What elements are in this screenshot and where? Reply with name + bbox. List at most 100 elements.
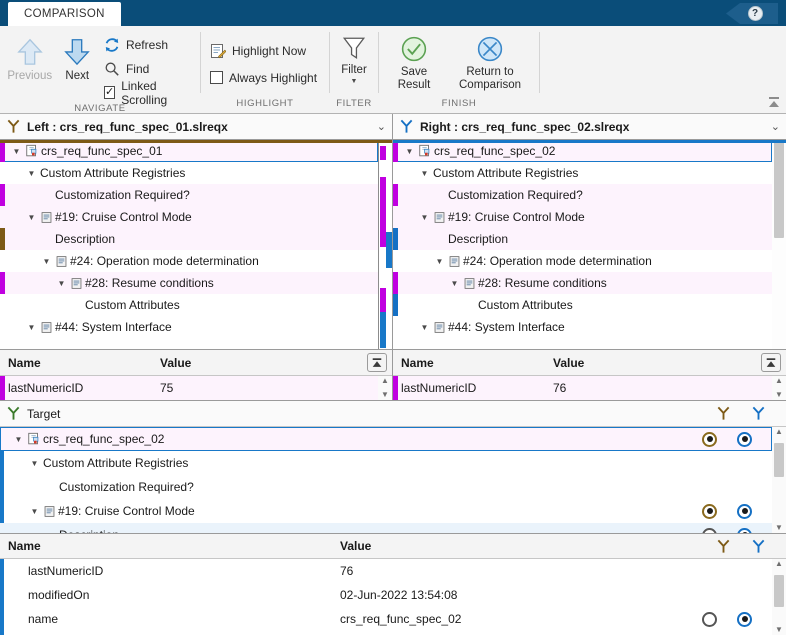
scroll-down-icon[interactable]: ▼ — [775, 391, 783, 399]
chevron-down-icon[interactable]: ▼ — [25, 323, 38, 332]
chevron-down-icon[interactable]: ⌄ — [771, 120, 780, 133]
chevron-down-icon[interactable]: ▼ — [40, 257, 53, 266]
right-tree-item-row[interactable]: ▼#24: Operation mode determination — [393, 250, 772, 272]
merge-right-radio[interactable] — [737, 432, 752, 447]
linked-scrolling-checkbox[interactable]: ✓ Linked Scrolling — [101, 82, 194, 103]
always-highlight-checkbox[interactable]: Always Highlight — [207, 67, 320, 88]
left-tree-item-row[interactable]: ▼#24: Operation mode determination — [0, 250, 378, 272]
merge-right-radio[interactable] — [737, 504, 752, 519]
scroll-down-icon[interactable]: ▼ — [775, 626, 783, 634]
merge-left-radio[interactable] — [702, 504, 717, 519]
merge-right-radio[interactable] — [737, 612, 752, 627]
left-tree-item-row[interactable]: ▼crs_req_func_spec_01 — [0, 140, 378, 162]
chevron-down-icon[interactable]: ▼ — [28, 507, 41, 516]
right-tree-item-row[interactable]: Description — [393, 228, 772, 250]
return-to-comparison-button[interactable]: Return to Comparison — [449, 30, 531, 92]
right-tree-item-row[interactable]: ▼crs_req_func_spec_02 — [393, 140, 772, 162]
left-tree[interactable]: ▼crs_req_func_spec_01▼Custom Attribute R… — [0, 140, 378, 349]
left-attribute-row[interactable]: lastNumericID75 — [0, 376, 392, 400]
target-grid-scrollbar-thumb[interactable] — [774, 575, 784, 607]
target-tree-item-row[interactable]: ▼crs_req_func_spec_02 — [0, 427, 772, 451]
right-tree-item-row[interactable]: ▼#44: System Interface — [393, 316, 772, 338]
left-tree-container[interactable]: ▼crs_req_func_spec_01▼Custom Attribute R… — [0, 140, 392, 349]
left-tree-item-row[interactable]: ▼#28: Resume conditions — [0, 272, 378, 294]
scroll-up-icon[interactable]: ▲ — [775, 560, 783, 568]
merge-left-radio[interactable] — [702, 612, 717, 627]
help-button[interactable]: ? — [726, 3, 778, 24]
chevron-down-icon[interactable]: ▼ — [351, 78, 358, 85]
target-tree-item-row[interactable]: Description — [0, 523, 772, 533]
right-tree[interactable]: ▼crs_req_func_spec_02▼Custom Attribute R… — [393, 140, 772, 349]
chevron-down-icon[interactable]: ▼ — [418, 169, 431, 178]
left-diff-strip[interactable] — [378, 140, 392, 349]
chevron-down-icon[interactable]: ▼ — [55, 279, 68, 288]
scroll-up-icon[interactable]: ▲ — [775, 428, 783, 436]
left-tree-item-row[interactable]: ▼#44: System Interface — [0, 316, 378, 338]
target-scrollbar-thumb[interactable] — [774, 443, 784, 477]
right-attribute-row[interactable]: lastNumericID76 — [393, 376, 786, 400]
collapse-ribbon-button[interactable] — [767, 95, 781, 109]
target-tree-item-row[interactable]: Customization Required? — [0, 475, 772, 499]
left-tree-item-row[interactable]: Description — [0, 228, 378, 250]
merge-from-left-icon[interactable] — [716, 539, 731, 554]
chevron-down-icon[interactable]: ▼ — [12, 435, 25, 444]
right-tree-item-row[interactable]: ▼#19: Cruise Control Mode — [393, 206, 772, 228]
target-grid-row[interactable]: modifiedOn02-Jun-2022 13:54:08 — [0, 583, 772, 607]
target-tree-item-row[interactable]: ▼#19: Cruise Control Mode — [0, 499, 772, 523]
right-pane-header[interactable]: Right : crs_req_func_spec_02.slreqx ⌄ — [393, 114, 786, 140]
filter-label: Filter — [341, 64, 367, 77]
left-attribute-scrollbar[interactable]: ▲▼ — [378, 376, 392, 400]
target-tree-item-row[interactable]: ▼Custom Attribute Registries — [0, 451, 772, 475]
right-tree-item-row[interactable]: ▼#28: Resume conditions — [393, 272, 772, 294]
tab-comparison[interactable]: COMPARISON — [8, 2, 121, 26]
chevron-down-icon[interactable]: ▼ — [403, 147, 416, 156]
chevron-down-icon[interactable]: ▼ — [433, 257, 446, 266]
left-tree-item-row[interactable]: Customization Required? — [0, 184, 378, 206]
scroll-down-icon[interactable]: ▼ — [775, 524, 783, 532]
target-tree[interactable]: ▼crs_req_func_spec_02▼Custom Attribute R… — [0, 427, 772, 533]
scroll-down-icon[interactable]: ▼ — [381, 391, 389, 399]
right-tree-item-row[interactable]: Custom Attributes — [393, 294, 772, 316]
chevron-down-icon[interactable]: ▼ — [28, 459, 41, 468]
target-grid-row[interactable]: lastNumericID76 — [0, 559, 772, 583]
chevron-down-icon[interactable]: ▼ — [418, 323, 431, 332]
left-pane-header[interactable]: Left : crs_req_func_spec_01.slreqx ⌄ — [0, 114, 392, 140]
previous-button[interactable]: Previous — [6, 30, 53, 83]
target-grid-container[interactable]: lastNumericID76modifiedOn02-Jun-2022 13:… — [0, 559, 786, 635]
filter-button[interactable]: Filter ▼ — [336, 30, 372, 85]
right-tree-scrollbar[interactable] — [772, 140, 786, 349]
right-tree-item-row[interactable]: ▼Custom Attribute Registries — [393, 162, 772, 184]
next-button[interactable]: Next — [53, 30, 100, 83]
right-attr-rows[interactable]: lastNumericID76▲▼ — [393, 376, 786, 400]
target-tree-container[interactable]: ▼crs_req_func_spec_02▼Custom Attribute R… — [0, 427, 786, 533]
chevron-down-icon[interactable]: ▼ — [418, 213, 431, 222]
target-grid-row[interactable]: namecrs_req_func_spec_02 — [0, 607, 772, 631]
chevron-down-icon[interactable]: ▼ — [10, 147, 23, 156]
right-pin-to-top-button[interactable] — [761, 353, 781, 372]
target-row-merge-radios — [702, 583, 752, 607]
right-tree-item-row[interactable]: Customization Required? — [393, 184, 772, 206]
scroll-up-icon[interactable]: ▲ — [381, 377, 389, 385]
left-tree-item-row[interactable]: ▼#19: Cruise Control Mode — [0, 206, 378, 228]
left-tree-item-row[interactable]: Custom Attributes — [0, 294, 378, 316]
merge-from-left-icon[interactable] — [716, 406, 731, 421]
highlight-now-button[interactable]: Highlight Now — [207, 40, 320, 61]
find-button[interactable]: Find — [101, 58, 194, 79]
right-tree-container[interactable]: ▼crs_req_func_spec_02▼Custom Attribute R… — [393, 140, 786, 349]
chevron-down-icon[interactable]: ▼ — [448, 279, 461, 288]
merge-from-right-icon[interactable] — [751, 406, 766, 421]
scrollbar-thumb[interactable] — [774, 142, 784, 238]
chevron-down-icon[interactable]: ▼ — [25, 213, 38, 222]
chevron-down-icon[interactable]: ▼ — [25, 169, 38, 178]
left-tree-item-row[interactable]: ▼Custom Attribute Registries — [0, 162, 378, 184]
merge-left-radio[interactable] — [702, 432, 717, 447]
target-grid-rows[interactable]: lastNumericID76modifiedOn02-Jun-2022 13:… — [0, 559, 772, 635]
save-result-button[interactable]: Save Result — [385, 30, 443, 92]
left-pin-to-top-button[interactable] — [367, 353, 387, 372]
left-attr-rows[interactable]: lastNumericID75▲▼ — [0, 376, 392, 400]
chevron-down-icon[interactable]: ⌄ — [377, 120, 386, 133]
right-attribute-scrollbar[interactable]: ▲▼ — [772, 376, 786, 400]
merge-from-right-icon[interactable] — [751, 539, 766, 554]
scroll-up-icon[interactable]: ▲ — [775, 377, 783, 385]
refresh-button[interactable]: Refresh — [101, 34, 194, 55]
